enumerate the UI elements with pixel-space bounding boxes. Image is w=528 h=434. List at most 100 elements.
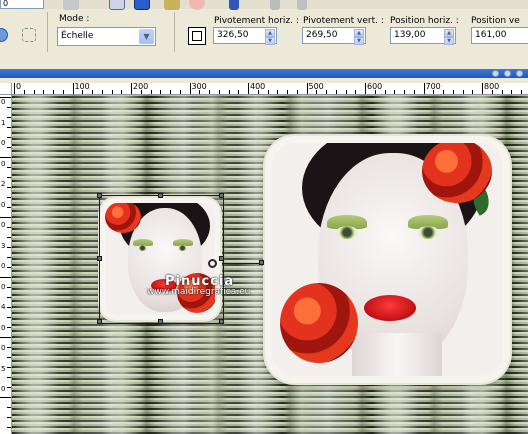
pivot-tool-icon[interactable] (188, 27, 206, 45)
ruler-tick (7, 367, 11, 368)
ruler-tick (404, 90, 405, 94)
chevron-down-icon[interactable]: ▼ (139, 29, 154, 44)
rotation-handle[interactable] (259, 260, 264, 265)
spin-down-icon[interactable]: ▼ (354, 37, 364, 45)
mode-select[interactable]: Échelle ▼ (57, 27, 156, 46)
ruler-tick (511, 90, 513, 94)
ruler-label: 1 (1, 118, 6, 127)
red-flower (280, 283, 358, 363)
ruler-tick (326, 90, 327, 94)
ruler-label: 0 (16, 83, 22, 91)
ruler-tick (482, 83, 483, 94)
ruler-tick (23, 90, 25, 94)
ruler-tick (345, 90, 347, 94)
ruler-label: 0 (1, 323, 6, 332)
ruler-tick (111, 90, 113, 94)
ruler-tick (7, 107, 11, 108)
ruler-tick (443, 90, 444, 94)
folder-icon[interactable] (164, 0, 180, 10)
ruler-tick (394, 90, 396, 94)
spin-up-icon[interactable]: ▲ (354, 29, 364, 37)
ruler-label: 0 (1, 385, 6, 393)
handle-top-center[interactable] (158, 193, 163, 198)
save-icon[interactable] (134, 0, 150, 10)
ruler-label: 700 (425, 83, 441, 91)
ruler-tick (0, 277, 11, 278)
window-button-icon[interactable] (504, 70, 511, 77)
vertical-ruler[interactable]: 0 1 0 0 2 0 0 3 0 0 4 0 0 5 0 (0, 95, 12, 434)
pick-tool-icon[interactable] (22, 28, 36, 42)
ruler-tick (384, 90, 386, 94)
toolbar-strip (0, 0, 528, 9)
ruler-label: 800 (484, 83, 500, 91)
ruler-tick (7, 377, 11, 378)
neck (352, 333, 442, 376)
position-vertical-input[interactable]: 161,00 (471, 27, 528, 44)
ruler-tick (7, 297, 11, 298)
ruler-tick (0, 397, 11, 398)
position-horizontal-input[interactable]: 139,00 ▲ ▼ (390, 27, 456, 45)
handle-bottom-right[interactable] (219, 319, 224, 324)
spin-down-icon[interactable]: ▼ (265, 37, 275, 45)
undo-icon[interactable] (63, 0, 79, 10)
ruler-tick (7, 287, 11, 288)
pivot-point[interactable] (208, 259, 217, 268)
toolbar-separator (174, 12, 175, 52)
scissors-icon[interactable] (270, 0, 280, 10)
ruler-label: 0 (1, 159, 6, 168)
preset-icon[interactable] (0, 28, 8, 42)
handle-top-right[interactable] (219, 193, 224, 198)
spin-up-icon[interactable]: ▲ (444, 29, 454, 37)
transform-bounding-box[interactable] (99, 195, 224, 324)
pivot-vertical-input[interactable]: 269,50 ▲ ▼ (302, 27, 366, 45)
options-icon[interactable] (297, 0, 307, 10)
ruler-tick (7, 137, 11, 138)
spin-up-icon[interactable]: ▲ (265, 29, 275, 37)
handle-middle-left[interactable] (97, 256, 102, 261)
tool-options-bar: 0 Mode : Échelle ▼ Pivotement horiz. : 3… (0, 0, 528, 68)
image-window-titlebar[interactable] (0, 69, 528, 78)
ruler-tick (365, 83, 366, 94)
ruler-tick (7, 127, 11, 128)
handle-top-left[interactable] (97, 193, 102, 198)
ruler-label: 4 (1, 303, 6, 311)
ruler-tick (7, 427, 11, 428)
horizontal-ruler[interactable]: 0 100 200 300 400 500 600 700 800 (12, 83, 528, 95)
ruler-tick (7, 227, 11, 228)
doc-edit-icon[interactable] (109, 0, 125, 10)
ruler-tick (248, 83, 249, 94)
ruler-tick (160, 90, 162, 94)
ruler-label: 300 (191, 83, 207, 91)
ruler-tick (462, 90, 464, 94)
rotation-handle-line (222, 263, 260, 264)
window-button-icon[interactable] (492, 70, 499, 77)
ruler-tick (92, 90, 93, 94)
large-portrait-image (272, 143, 503, 376)
ruler-tick (121, 90, 123, 94)
ruler-tick (452, 90, 454, 94)
pivot-horizontal-label: Pivotement horiz. : (214, 16, 299, 26)
ruler-tick (7, 147, 11, 148)
ruler-tick (150, 90, 152, 94)
ruler-label: 0 (1, 282, 6, 291)
handle-bottom-center[interactable] (158, 319, 163, 324)
mode-select-value: Échelle (61, 31, 94, 41)
ruler-tick (423, 83, 425, 94)
ruler-tick (7, 197, 11, 198)
refresh-icon[interactable] (229, 0, 239, 10)
ruler-label: 0 (1, 98, 6, 106)
handle-middle-right[interactable] (219, 256, 224, 261)
ruler-tick (296, 90, 298, 94)
pivot-horizontal-input[interactable]: 326,50 ▲ ▼ (213, 27, 277, 45)
position-horizontal-label: Position horiz. : (390, 16, 459, 26)
window-button-icon[interactable] (516, 70, 523, 77)
image-canvas[interactable]: Pinuccia www.maidiregrafica.eu (12, 95, 528, 434)
ruler-tick (501, 90, 503, 94)
ruler-tick (472, 90, 474, 94)
ruler-tick (413, 90, 415, 94)
partial-field[interactable]: 0 (0, 0, 44, 9)
ruler-tick (53, 90, 54, 94)
spin-down-icon[interactable]: ▼ (444, 37, 454, 45)
handle-bottom-left[interactable] (97, 319, 102, 324)
position-vertical-label: Position ve (471, 16, 520, 26)
